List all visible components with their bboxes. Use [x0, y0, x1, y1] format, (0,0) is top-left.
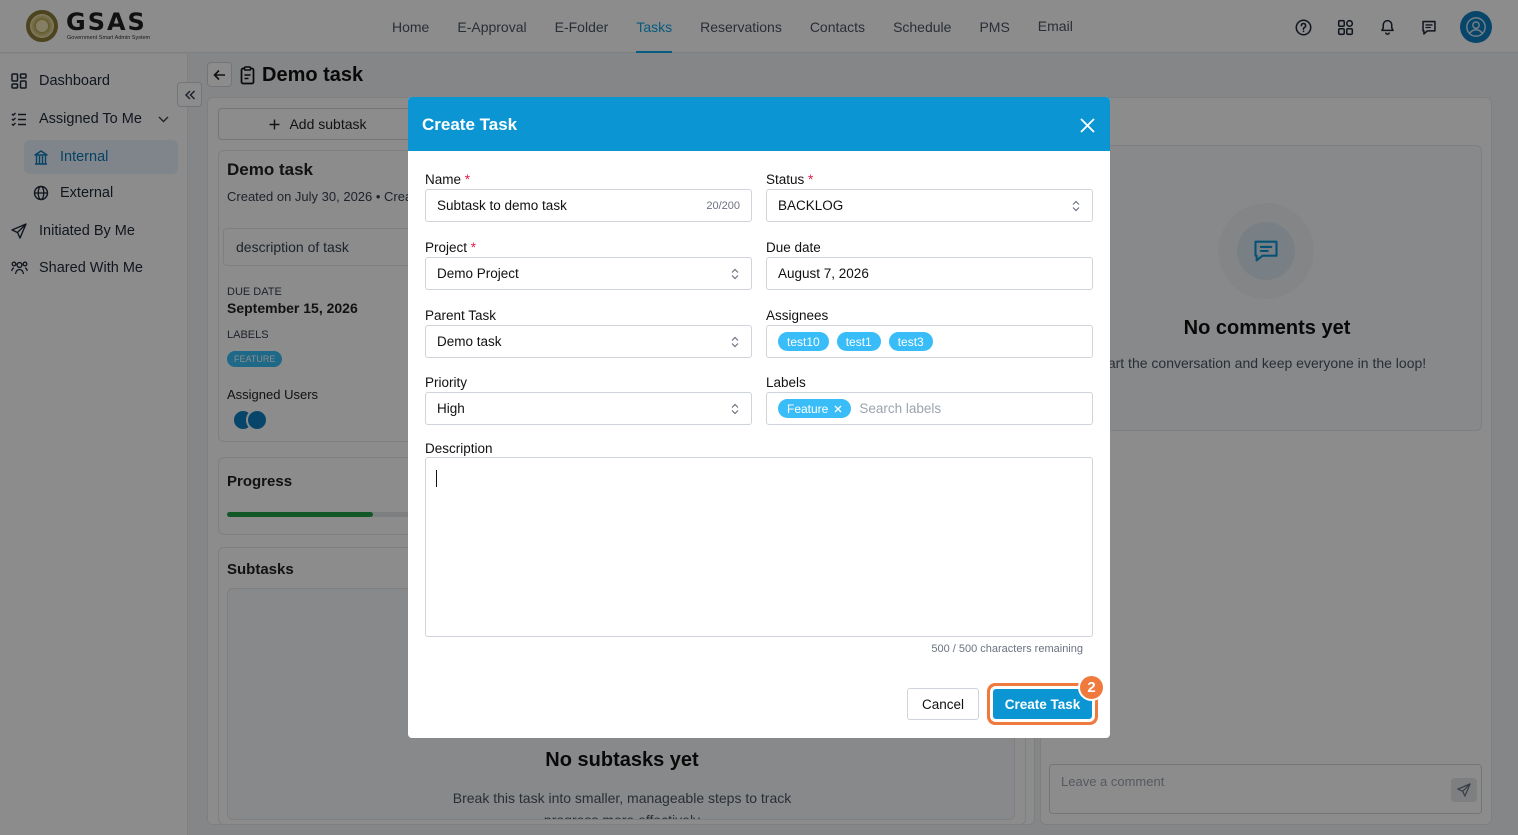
close-button[interactable]: [1076, 114, 1098, 136]
create-task-button[interactable]: Create Task: [993, 689, 1092, 719]
parent-task-value: Demo task: [437, 334, 502, 349]
label-chip[interactable]: Feature: [778, 399, 852, 418]
select-chevron-icon: [1071, 199, 1081, 213]
status-value: BACKLOG: [778, 198, 844, 213]
project-value: Demo Project: [437, 266, 519, 281]
assignee-chip[interactable]: test10: [778, 332, 829, 351]
text-caret: [436, 470, 437, 487]
remove-label-icon[interactable]: [834, 405, 842, 413]
due-date-field[interactable]: August 7, 2026: [766, 257, 1093, 290]
name-value: Subtask to demo task: [437, 198, 567, 213]
labels-search-input[interactable]: Search labels: [859, 401, 941, 416]
label-chip-text: Feature: [787, 401, 829, 416]
modal-header: Create Task: [408, 97, 1110, 151]
assignee-chip[interactable]: test1: [836, 332, 881, 351]
status-select[interactable]: BACKLOG: [766, 189, 1093, 222]
create-task-modal: Create Task Name * Subtask to demo task …: [408, 97, 1110, 738]
assignees-field[interactable]: test10 test1 test3: [766, 325, 1093, 358]
cancel-button[interactable]: Cancel: [907, 688, 979, 720]
priority-value: High: [437, 401, 465, 416]
select-chevron-icon: [730, 402, 740, 416]
select-chevron-icon: [730, 335, 740, 349]
parent-task-select[interactable]: Demo task: [425, 325, 752, 358]
labels-field[interactable]: Feature Search labels: [766, 392, 1093, 425]
assignees-label: Assignees: [766, 308, 829, 323]
close-icon: [1079, 117, 1095, 133]
due-date-value: August 7, 2026: [778, 266, 869, 281]
priority-label: Priority: [425, 375, 468, 390]
project-label: Project *: [425, 240, 477, 255]
assignee-chip[interactable]: test3: [888, 332, 933, 351]
select-chevron-icon: [730, 267, 740, 281]
status-label: Status *: [766, 172, 814, 187]
name-field[interactable]: Subtask to demo task 20/200: [425, 189, 752, 222]
description-textarea[interactable]: [425, 457, 1093, 637]
priority-select[interactable]: High: [425, 392, 752, 425]
due-date-label: Due date: [766, 240, 821, 255]
name-char-counter: 20/200: [706, 199, 740, 212]
project-select[interactable]: Demo Project: [425, 257, 752, 290]
description-label: Description: [425, 441, 493, 456]
name-label: Name *: [425, 172, 471, 187]
labels-label: Labels: [766, 375, 806, 390]
modal-title: Create Task: [422, 115, 518, 134]
chars-remaining: 500 / 500 characters remaining: [931, 643, 1083, 655]
parent-task-label: Parent Task: [425, 308, 497, 323]
step-badge: 2: [1078, 674, 1105, 701]
